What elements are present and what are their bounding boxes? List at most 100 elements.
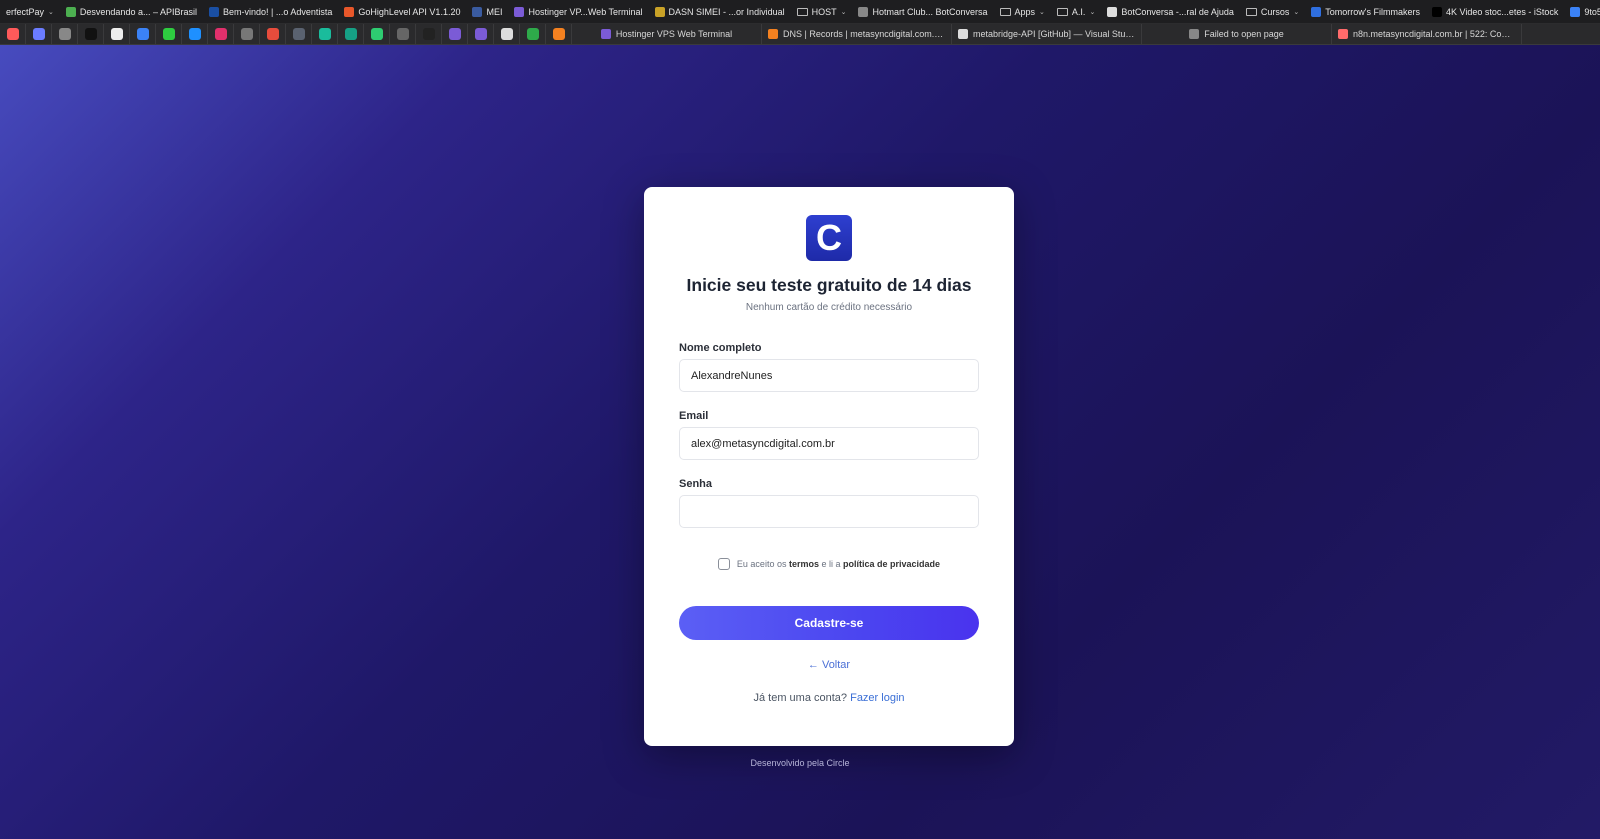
- terms-prefix: Eu aceito os: [736, 559, 787, 569]
- browser-tab[interactable]: Hostinger VPS Web Terminal: [572, 24, 762, 44]
- favicon-icon: [1338, 29, 1348, 39]
- tab-title: n8n.metasyncdigital.com.br | 522: Conn..…: [1353, 29, 1515, 39]
- pinned-tab[interactable]: [390, 24, 416, 44]
- password-field-group: Senha: [679, 478, 979, 528]
- pinned-tab[interactable]: [286, 24, 312, 44]
- favicon-icon: [1189, 29, 1200, 39]
- pinned-tab[interactable]: [208, 24, 234, 44]
- bookmark-item[interactable]: 4K Video stoc...etes - iStock: [1426, 0, 1564, 23]
- privacy-policy-link[interactable]: política de privacidade: [843, 559, 940, 569]
- pinned-tab[interactable]: [546, 24, 572, 44]
- pinned-tab[interactable]: [468, 24, 494, 44]
- pinned-tab[interactable]: [52, 24, 78, 44]
- name-label: Nome completo: [679, 342, 762, 354]
- bookmark-item[interactable]: Desvendando a... – APIBrasil: [60, 0, 203, 23]
- tab-title: Failed to open page: [1204, 29, 1284, 39]
- bookmark-item[interactable]: Tomorrow's Filmmakers: [1305, 0, 1426, 23]
- pinned-tab[interactable]: [494, 24, 520, 44]
- chevron-down-icon: ⌄: [1039, 8, 1045, 16]
- page-title: Inicie seu teste gratuito de 14 dias: [686, 275, 972, 295]
- bookmark-item[interactable]: erfectPay ⌄: [0, 0, 60, 23]
- browser-tab[interactable]: n8n.metasyncdigital.com.br | 522: Conn..…: [1332, 24, 1522, 44]
- terms-link[interactable]: termos: [789, 559, 819, 569]
- tab-title: Hostinger VPS Web Terminal: [615, 29, 733, 39]
- bookmark-item[interactable]: Hotmart Club... BotConversa: [852, 0, 993, 23]
- pinned-tab[interactable]: [156, 24, 182, 44]
- password-input[interactable]: [679, 495, 979, 528]
- bookmark-item[interactable]: Bem-vindo! | ...o Adventista: [203, 0, 338, 23]
- browser-tab[interactable]: Failed to open page: [1142, 24, 1332, 44]
- terms-row: Eu aceito os termos e li a política de p…: [679, 558, 979, 570]
- bookmark-item[interactable]: 9to5Mac - App...king All Day: [1564, 0, 1600, 23]
- favicon-icon: [136, 28, 149, 40]
- pinned-tab[interactable]: [78, 24, 104, 44]
- favicon-icon: [188, 28, 201, 40]
- favicon-icon: [318, 28, 331, 40]
- pinned-tab[interactable]: [104, 24, 130, 44]
- favicon-icon: [65, 6, 76, 17]
- pinned-tab[interactable]: [0, 24, 26, 44]
- favicon-icon: [1311, 6, 1322, 17]
- pinned-tabs: [0, 24, 572, 44]
- pinned-tab[interactable]: [182, 24, 208, 44]
- login-prompt: Já tem uma conta? Fazer login: [679, 692, 979, 704]
- favicon-icon: [1570, 6, 1581, 17]
- bookmark-item[interactable]: GoHighLevel API V1.1.20: [338, 0, 466, 23]
- favicon-icon: [6, 28, 19, 40]
- bookmark-item[interactable]: MEI: [466, 0, 508, 23]
- bookmark-label: HOST: [811, 6, 837, 17]
- favicon-icon: [514, 6, 525, 17]
- pinned-tab[interactable]: [338, 24, 364, 44]
- favicon-icon: [84, 28, 97, 40]
- favicon-icon: [600, 29, 611, 39]
- bookmark-label: 9to5Mac - App...king All Day: [1584, 6, 1600, 17]
- pinned-tab[interactable]: [312, 24, 338, 44]
- terms-middle: e li a: [821, 559, 841, 569]
- pinned-tab[interactable]: [234, 24, 260, 44]
- bookmark-label: GoHighLevel API V1.1.20: [358, 6, 461, 17]
- bookmark-item[interactable]: Hostinger VP...Web Terminal: [508, 0, 648, 23]
- favicon-icon: [214, 28, 227, 40]
- app-logo: C: [806, 215, 852, 261]
- pinned-tab[interactable]: [442, 24, 468, 44]
- tab-title: metabridge-API [GitHub] — Visual Studio.…: [973, 29, 1135, 39]
- bookmark-item[interactable]: Apps ⌄: [994, 0, 1051, 23]
- bookmark-item[interactable]: BotConversa -...ral de Ajuda: [1101, 0, 1240, 23]
- terms-checkbox[interactable]: [717, 558, 730, 570]
- terms-text: Eu aceito os termos e li a política de p…: [737, 559, 940, 569]
- login-link[interactable]: Fazer login: [850, 692, 904, 704]
- email-field-group: Email: [679, 410, 979, 460]
- pinned-tab[interactable]: [416, 24, 442, 44]
- browser-tab[interactable]: DNS | Records | metasyncdigital.com.br |…: [762, 24, 952, 44]
- folder-icon: [1245, 7, 1257, 16]
- pinned-tab[interactable]: [364, 24, 390, 44]
- pinned-tab[interactable]: [260, 24, 286, 44]
- favicon-icon: [1432, 6, 1442, 17]
- favicon-icon: [370, 28, 383, 40]
- bookmark-item[interactable]: DASN SIMEI - ...or Individual: [649, 0, 791, 23]
- bookmark-item[interactable]: Cursos ⌄: [1240, 0, 1305, 23]
- favicon-icon: [448, 28, 461, 40]
- bookmark-label: Desvendando a... – APIBrasil: [79, 6, 197, 17]
- chevron-down-icon: ⌄: [48, 8, 54, 16]
- full-name-input[interactable]: [679, 359, 979, 392]
- chevron-down-icon: ⌄: [1293, 8, 1300, 16]
- pinned-tab[interactable]: [520, 24, 546, 44]
- browser-tab[interactable]: metabridge-API [GitHub] — Visual Studio.…: [952, 24, 1142, 44]
- favicon-icon: [422, 28, 435, 40]
- back-link[interactable]: ← Voltar: [679, 659, 979, 671]
- favicon-icon: [162, 28, 175, 40]
- favicon-icon: [1107, 6, 1118, 17]
- favicon-icon: [110, 28, 123, 40]
- password-label: Senha: [679, 478, 713, 490]
- pinned-tab[interactable]: [26, 24, 52, 44]
- email-label: Email: [679, 410, 709, 422]
- bookmark-label: Hotmart Club... BotConversa: [872, 6, 988, 17]
- bookmark-item[interactable]: HOST ⌄: [791, 0, 853, 23]
- tab-bar: Hostinger VPS Web Terminal DNS | Records …: [0, 24, 1600, 45]
- signup-button[interactable]: Cadastre-se: [679, 606, 979, 640]
- bookmark-item[interactable]: A.I. ⌄: [1051, 0, 1101, 23]
- email-input[interactable]: [679, 427, 979, 460]
- chevron-down-icon: ⌄: [1089, 8, 1096, 16]
- pinned-tab[interactable]: [130, 24, 156, 44]
